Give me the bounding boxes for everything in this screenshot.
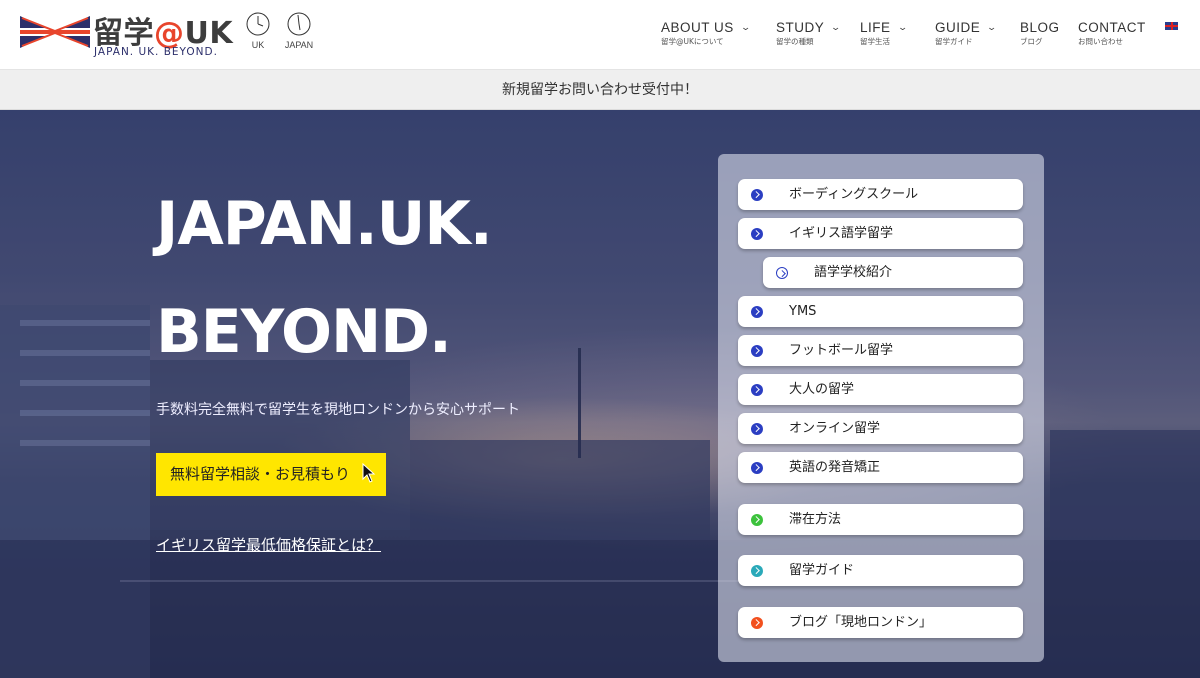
chevron-circle-outline-icon bbox=[776, 266, 788, 279]
menu-label: 滞在方法 bbox=[789, 512, 842, 527]
uk-clock: UK bbox=[238, 12, 278, 50]
main-nav: ABOUT US ⌄ 留学@UKについて STUDY ⌄ 留学の種類 LIFE ⌄ 留… bbox=[661, 20, 1181, 50]
site-logo[interactable]: 留学@UK JAPAN. UK. BEYOND. bbox=[20, 8, 235, 60]
nav-label: GUIDE bbox=[935, 20, 981, 35]
clock-label: JAPAN bbox=[284, 40, 314, 50]
pointer-cursor-icon bbox=[362, 463, 376, 483]
nav-label: LIFE bbox=[860, 20, 891, 35]
nav-guide[interactable]: GUIDE ⌄ 留学ガイド bbox=[935, 20, 998, 47]
nav-sublabel: 留学@UKについて bbox=[661, 37, 724, 46]
menu-label: フットボール留学 bbox=[789, 343, 894, 358]
menu-language-schools[interactable]: 語学学校紹介 bbox=[763, 257, 1023, 288]
uk-flag-language-icon[interactable] bbox=[1165, 22, 1178, 30]
nav-sublabel: 留学の種類 bbox=[776, 37, 814, 46]
hero-headline-line1: JAPAN.UK. bbox=[156, 189, 493, 259]
union-jack-bow-logo-icon bbox=[20, 16, 90, 48]
nav-sublabel: お問い合わせ bbox=[1078, 37, 1123, 46]
menu-adult-study[interactable]: 大人の留学 bbox=[738, 374, 1023, 405]
menu-label: 語学学校紹介 bbox=[814, 265, 893, 280]
free-consultation-button[interactable]: 無料留学相談・お見積もり bbox=[156, 453, 386, 496]
clock-icon bbox=[246, 12, 270, 36]
menu-label: ボーディングスクール bbox=[789, 187, 919, 202]
menu-yms[interactable]: YMS bbox=[738, 296, 1023, 327]
clock-icon bbox=[287, 12, 311, 36]
menu-label: オンライン留学 bbox=[789, 421, 881, 436]
nav-blog[interactable]: BLOG ブログ bbox=[1020, 20, 1060, 47]
nav-life[interactable]: LIFE ⌄ 留学生活 bbox=[860, 20, 907, 47]
chevron-down-icon: ⌄ bbox=[986, 22, 998, 32]
chevron-circle-icon bbox=[751, 188, 763, 201]
nav-sublabel: ブログ bbox=[1020, 37, 1043, 46]
menu-online-study[interactable]: オンライン留学 bbox=[738, 413, 1023, 444]
hero-headline-line2: BEYOND. bbox=[156, 297, 452, 367]
menu-boarding-school[interactable]: ボーディングスクール bbox=[738, 179, 1023, 210]
nav-label: ABOUT US bbox=[661, 20, 734, 35]
chevron-down-icon: ⌄ bbox=[740, 22, 752, 32]
site-header: 留学@UK JAPAN. UK. BEYOND. UK JAPAN ABOUT … bbox=[0, 0, 1200, 70]
chevron-circle-icon bbox=[751, 305, 763, 318]
nav-label: CONTACT bbox=[1078, 20, 1146, 35]
chevron-down-icon: ⌄ bbox=[896, 22, 909, 32]
menu-label: 留学ガイド bbox=[789, 563, 855, 578]
menu-label: 英語の発音矯正 bbox=[789, 460, 881, 475]
chevron-circle-icon bbox=[751, 564, 763, 577]
chevron-circle-icon bbox=[751, 513, 763, 526]
chevron-circle-icon bbox=[751, 422, 763, 435]
menu-language-study[interactable]: イギリス語学留学 bbox=[738, 218, 1023, 249]
menu-accommodation[interactable]: 滞在方法 bbox=[738, 504, 1023, 535]
menu-label: イギリス語学留学 bbox=[789, 226, 894, 241]
menu-study-guide[interactable]: 留学ガイド bbox=[738, 555, 1023, 586]
menu-label: 大人の留学 bbox=[789, 382, 855, 397]
menu-football-study[interactable]: フットボール留学 bbox=[738, 335, 1023, 366]
nav-label: STUDY bbox=[776, 20, 825, 35]
side-menu-panel: ボーディングスクール イギリス語学留学 語学学校紹介 YMS フットボール留学 … bbox=[718, 154, 1044, 662]
hero-tagline: 手数料完全無料で留学生を現地ロンドンから安心サポート bbox=[156, 402, 520, 418]
cta-label: 無料留学相談・お見積もり bbox=[170, 465, 351, 483]
menu-blog-london[interactable]: ブログ「現地ロンドン」 bbox=[738, 607, 1023, 638]
nav-contact[interactable]: CONTACT お問い合わせ bbox=[1078, 20, 1146, 47]
nav-study[interactable]: STUDY ⌄ 留学の種類 bbox=[776, 20, 842, 47]
logo-tagline: JAPAN. UK. BEYOND. bbox=[94, 46, 218, 58]
chevron-circle-icon bbox=[751, 461, 763, 474]
chevron-circle-icon bbox=[751, 227, 763, 240]
menu-label: YMS bbox=[789, 304, 817, 319]
menu-label: ブログ「現地ロンドン」 bbox=[789, 615, 933, 630]
chevron-circle-icon bbox=[751, 616, 763, 629]
price-guarantee-link[interactable]: イギリス留学最低価格保証とは？ bbox=[156, 534, 381, 555]
nav-about-us[interactable]: ABOUT US ⌄ 留学@UKについて bbox=[661, 20, 752, 47]
menu-pronunciation[interactable]: 英語の発音矯正 bbox=[738, 452, 1023, 483]
nav-sublabel: 留学生活 bbox=[860, 37, 890, 46]
hero-section: JAPAN.UK. BEYOND. 手数料完全無料で留学生を現地ロンドンから安心… bbox=[0, 110, 1200, 678]
announcement-bar[interactable]: 新規留学お問い合わせ受付中！ bbox=[0, 70, 1200, 110]
hero-headline: JAPAN.UK. BEYOND. bbox=[156, 170, 493, 386]
clock-label: UK bbox=[251, 40, 265, 50]
chevron-circle-icon bbox=[751, 383, 763, 396]
chevron-circle-icon bbox=[751, 344, 763, 357]
japan-clock: JAPAN bbox=[279, 12, 319, 50]
nav-sublabel: 留学ガイド bbox=[935, 37, 973, 46]
nav-label: BLOG bbox=[1020, 20, 1060, 35]
chevron-down-icon: ⌄ bbox=[830, 22, 842, 32]
